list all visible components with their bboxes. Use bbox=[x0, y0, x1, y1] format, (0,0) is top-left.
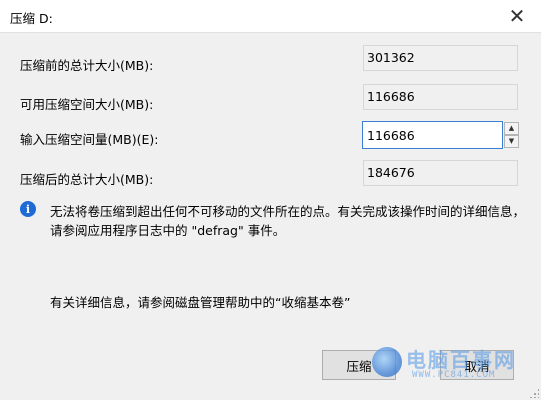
help-text: 有关详细信息，请参阅磁盘管理帮助中的“收缩基本卷” bbox=[50, 295, 351, 310]
total-before-value: 301362 bbox=[363, 45, 518, 71]
spin-up-icon[interactable]: ▲ bbox=[504, 122, 519, 135]
window-title: 压缩 D: bbox=[10, 11, 53, 26]
title-bar: 压缩 D: ✕ bbox=[0, 0, 541, 33]
info-text: 无法将卷压缩到超出任何不可移动的文件所在的点。有关完成该操作时间的详细信息，请参… bbox=[50, 204, 526, 238]
info-icon: i bbox=[20, 201, 36, 217]
compress-button[interactable]: 压缩 bbox=[322, 350, 396, 380]
close-icon[interactable]: ✕ bbox=[497, 0, 537, 32]
input-label: 输入压缩空间量(MB)(E): bbox=[20, 132, 159, 147]
spin-down-icon[interactable]: ▼ bbox=[504, 135, 519, 148]
total-after-label: 压缩后的总计大小(MB): bbox=[20, 172, 154, 187]
available-value: 116686 bbox=[363, 84, 518, 110]
total-after-value: 184676 bbox=[363, 160, 518, 186]
available-label: 可用压缩空间大小(MB): bbox=[20, 97, 154, 112]
shrink-amount-input[interactable] bbox=[362, 121, 503, 149]
shrink-amount-stepper: ▲ ▼ bbox=[362, 121, 520, 149]
cancel-button[interactable]: 取消 bbox=[440, 350, 514, 380]
total-before-label: 压缩前的总计大小(MB): bbox=[20, 58, 154, 73]
resize-grip-icon[interactable] bbox=[529, 388, 539, 398]
